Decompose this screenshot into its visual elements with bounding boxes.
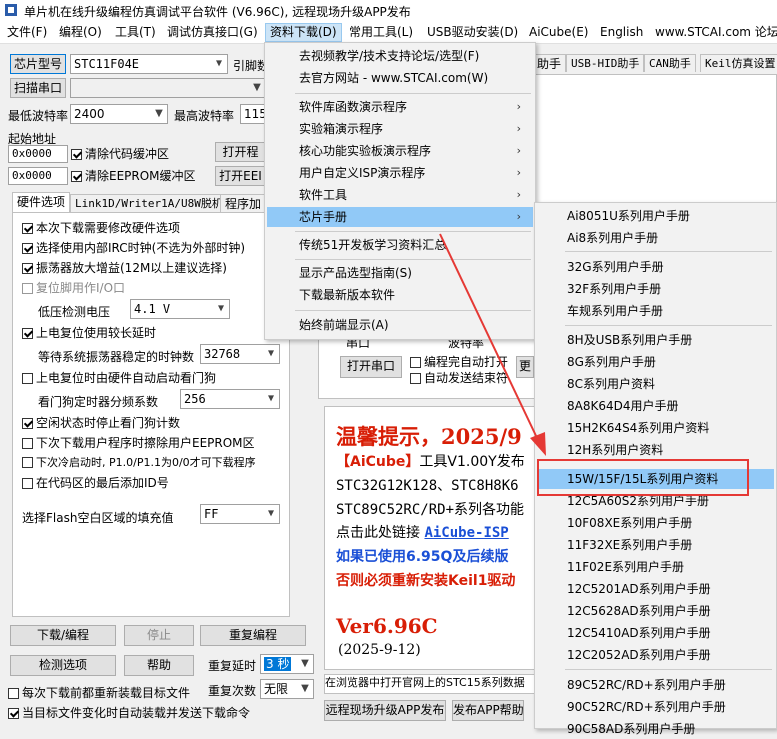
annotation-arrow-icon [439,233,546,456]
